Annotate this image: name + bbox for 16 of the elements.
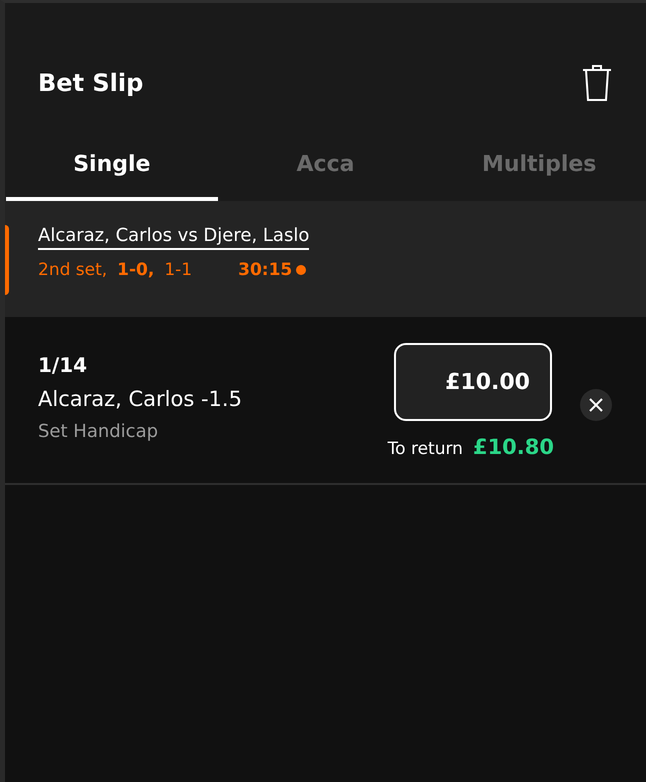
stake-field[interactable]: £10.00 (394, 343, 552, 421)
score-text: 1-0, (117, 260, 154, 280)
score-text: 2nd set, (38, 260, 108, 280)
live-indicator-bar (5, 225, 9, 295)
bet-slip-title: Bet Slip (38, 69, 144, 97)
odds: 1/14 (38, 353, 88, 377)
return-label: To return (388, 439, 463, 459)
trash-icon[interactable] (582, 64, 612, 102)
score-text: 1-1 (164, 260, 192, 280)
event-link[interactable]: Alcaraz, Carlos vs Djere, Laslo (38, 225, 310, 250)
remove-button[interactable] (580, 389, 612, 421)
return-value: £10.80 (472, 435, 554, 459)
market-name: Set Handicap (38, 421, 160, 442)
close-icon[interactable] (589, 398, 603, 412)
game-score: 30:15 (238, 260, 292, 280)
selection-name: Alcaraz, Carlos -1.5 (38, 387, 243, 411)
